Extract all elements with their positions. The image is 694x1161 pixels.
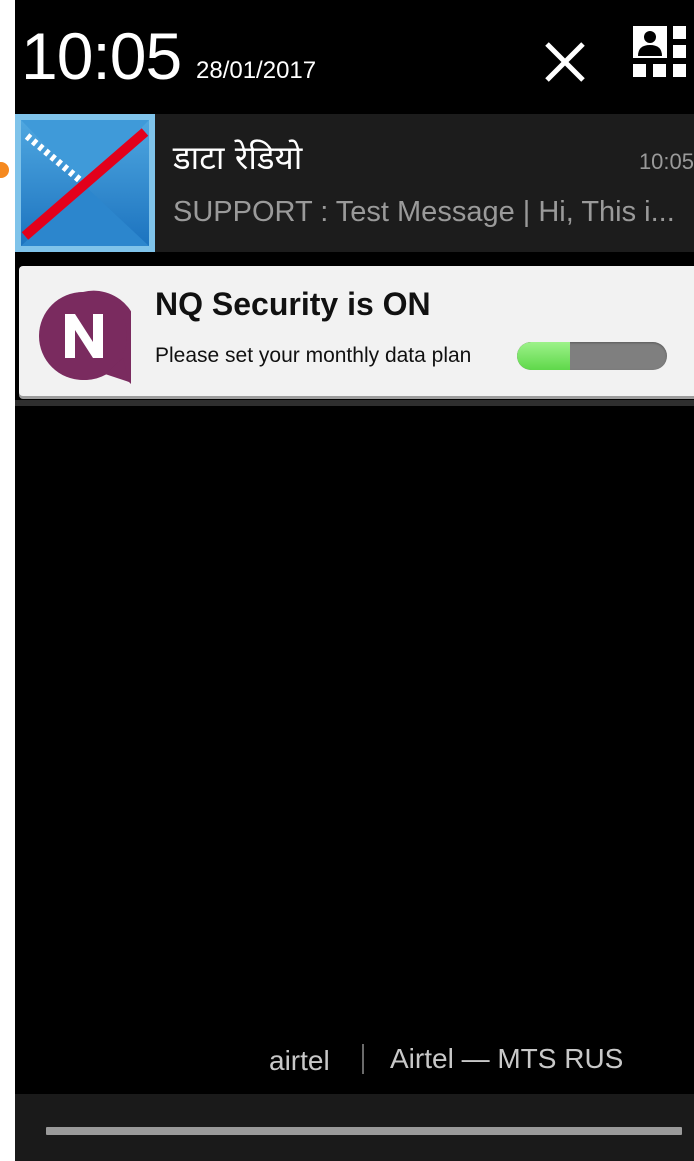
drag-handle[interactable] <box>46 1127 682 1135</box>
edge-indicator <box>0 162 9 178</box>
carrier-secondary: Airtel — MTS RUS <box>390 1043 624 1074</box>
notification-shade: 10:05 28/01/2017 डाटा रेडियो 10:05 SUPPO… <box>15 0 694 1161</box>
divider <box>15 400 694 406</box>
shade-bottom-bar <box>15 1094 694 1161</box>
notification-data-radio[interactable]: डाटा रेडियो 10:05 SUPPORT : Test Message… <box>15 114 694 252</box>
date: 28/01/2017 <box>196 57 317 84</box>
shade-header: 10:05 28/01/2017 <box>15 0 694 112</box>
carrier-label: airtel Airtel — MTS RUS <box>15 1040 694 1080</box>
carrier-separator <box>362 1044 364 1074</box>
notification-time: 10:05 <box>638 149 694 174</box>
notification-nq-security[interactable]: NQ Security is ON Please set your monthl… <box>19 266 694 396</box>
data-plan-progress-bar <box>517 342 667 370</box>
notification-text: SUPPORT : Test Message | Hi, This i... <box>173 196 675 228</box>
crossed-envelope-icon <box>15 114 155 252</box>
carrier-primary: airtel <box>269 1045 330 1076</box>
notification-text: Please set your monthly data plan <box>155 344 472 367</box>
notification-title: डाटा रेडियो <box>173 138 303 177</box>
clear-notifications-button[interactable] <box>539 36 591 88</box>
nq-security-logo-icon <box>35 288 138 384</box>
quick-settings-button[interactable] <box>633 26 694 86</box>
quick-settings-grid-icon <box>633 26 686 77</box>
close-icon <box>545 42 585 82</box>
clock: 10:05 <box>21 19 182 93</box>
data-radio-app-icon <box>15 114 155 252</box>
data-plan-progress-fill <box>517 342 570 370</box>
notification-title: NQ Security is ON <box>155 286 431 322</box>
